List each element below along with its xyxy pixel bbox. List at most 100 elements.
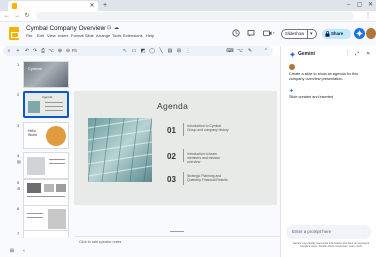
slide-number: 5 <box>17 180 20 185</box>
menu-insert[interactable]: Insert <box>58 33 68 38</box>
gemini-more-icon[interactable]: ⋮ <box>345 51 350 57</box>
agenda-text-1: Introduction to Cymbal Group and company… <box>187 124 229 133</box>
gemini-status-text: Slide created and inserted <box>289 95 334 99</box>
slideshow-dropdown-icon[interactable]: ▾ <box>307 29 313 39</box>
slide-number: 3 <box>17 123 20 128</box>
thumb-line <box>45 102 63 103</box>
menu-file[interactable]: File <box>26 33 32 38</box>
line-icon[interactable]: ╲ <box>157 46 165 56</box>
tab-close-icon[interactable]: ✕ <box>88 2 96 10</box>
avatar[interactable] <box>366 28 376 39</box>
user-avatar <box>289 64 295 70</box>
slide-number: 4 <box>17 153 20 158</box>
thumb-image <box>48 209 66 229</box>
slide-thumbnail-7[interactable] <box>23 230 69 238</box>
cloud-status-icon[interactable]: ☁ <box>114 25 119 31</box>
close-window-icon[interactable]: ✕ <box>366 1 375 10</box>
omnibox[interactable] <box>36 12 354 20</box>
slideshow-label: Slideshow <box>285 31 305 36</box>
redo-icon[interactable]: ↷ <box>31 46 39 56</box>
collapse-filmstrip-icon[interactable]: ‹ <box>20 247 28 255</box>
speaker-notes-placeholder: Click to add speaker notes <box>79 240 122 244</box>
thumb-line <box>45 110 63 111</box>
gemini-close-icon[interactable]: ✕ <box>366 51 370 57</box>
gemini-spark-icon <box>355 29 364 38</box>
zoom-select[interactable]: Fit <box>72 48 77 53</box>
zoom-out-icon[interactable]: ⊖ <box>64 46 72 56</box>
thumb-title: Hello World <box>28 129 37 137</box>
menu-view[interactable]: View <box>47 33 56 38</box>
slide-thumbnail-6[interactable] <box>23 205 69 232</box>
gemini-toggle-button[interactable] <box>354 28 365 39</box>
slide-image[interactable] <box>88 118 152 182</box>
slide-thumbnail-1[interactable]: Cymbal <box>23 61 69 88</box>
layout-icon[interactable]: ⊞ <box>175 46 183 56</box>
notes-drag-handle[interactable] <box>170 231 184 232</box>
comment-add-icon[interactable]: ▤ <box>166 46 174 56</box>
gemini-prompt-placeholder: Enter a prompt here <box>292 229 332 234</box>
reload-icon[interactable]: ↻ <box>23 12 31 20</box>
slide-number: 1 <box>17 62 20 67</box>
maximize-icon[interactable]: ▢ <box>355 1 364 10</box>
keyboard-icon[interactable]: ⌨ <box>226 46 234 56</box>
thumb-image <box>27 183 41 193</box>
menu-format[interactable]: Format <box>71 33 84 38</box>
move-icon[interactable]: ⊡ <box>107 25 111 31</box>
menu-extensions[interactable]: Extensions <box>123 33 143 38</box>
new-slide-icon[interactable]: + <box>14 46 22 56</box>
browser-menu-icon[interactable]: ⋮ <box>364 12 372 20</box>
slide-number: 2 <box>17 92 20 97</box>
document-title[interactable]: Cymbal Company Overview <box>26 25 105 32</box>
grid-view-icon[interactable]: ⊞ <box>8 247 16 255</box>
image-icon[interactable]: ◩ <box>139 46 147 56</box>
star-icon[interactable]: ☆ <box>100 25 104 31</box>
paint-format-icon[interactable]: ⌥ <box>47 46 55 56</box>
select-tool-icon[interactable]: ↖ <box>121 46 129 56</box>
agenda-divider <box>183 123 184 136</box>
slides-logo-icon[interactable] <box>9 27 19 40</box>
collapse-toolbar-icon[interactable]: ⌃ <box>262 46 270 56</box>
slide-thumbnail-2[interactable]: Agenda <box>23 91 69 118</box>
menu-help[interactable]: Help <box>146 33 154 38</box>
slide-thumbnail-4[interactable] <box>23 152 69 179</box>
menu-tools[interactable]: Tools <box>112 33 121 38</box>
back-icon[interactable]: ← <box>3 12 11 20</box>
lock-icon <box>325 31 330 37</box>
new-tab-icon[interactable]: + <box>101 2 109 10</box>
thumb-line <box>27 213 43 214</box>
agenda-divider <box>183 172 184 185</box>
zoom-in-icon[interactable]: ⊕ <box>56 46 64 56</box>
gemini-user-prompt: Create a slide to show an agenda for thi… <box>289 72 359 81</box>
camera-icon[interactable] <box>262 28 275 38</box>
slide-title[interactable]: Agenda <box>157 101 188 111</box>
gemini-expand-icon[interactable]: ⤢ <box>355 51 359 57</box>
background-icon[interactable]: ⌥ <box>236 46 244 56</box>
print-icon[interactable]: ⎙ <box>39 46 47 56</box>
search-menus-icon[interactable]: ⌕ <box>5 46 13 56</box>
shape-icon[interactable]: ◯ <box>148 46 156 56</box>
menu-slide[interactable]: Slide <box>85 33 94 38</box>
thumb-image <box>46 126 66 146</box>
slide-thumbnail-5[interactable] <box>23 179 69 206</box>
gemini-response-icon <box>289 88 294 93</box>
thumb-line <box>45 106 63 107</box>
thumb-image <box>27 157 45 175</box>
minimize-icon[interactable]: – <box>344 1 353 10</box>
thumb-image <box>44 184 54 192</box>
history-icon[interactable] <box>231 28 241 38</box>
thumb-image <box>56 184 66 192</box>
thumb-line <box>49 159 65 160</box>
menu-edit[interactable]: Edit <box>37 33 44 38</box>
comment-icon[interactable] <box>246 28 256 38</box>
edit-mode-icon[interactable]: ✎ <box>246 46 254 56</box>
forward-icon[interactable]: → <box>13 12 21 20</box>
menu-arrange[interactable]: Arrange <box>96 33 110 38</box>
text-box-icon[interactable]: ▭ <box>130 46 138 56</box>
undo-icon[interactable]: ↶ <box>23 46 31 56</box>
more-icon[interactable]: ⋮ <box>184 46 192 56</box>
agenda-number-1: 01 <box>167 126 176 135</box>
slide-thumbnail-3[interactable]: Hello World <box>23 122 69 149</box>
browser-tab[interactable] <box>8 1 98 11</box>
thumb-line <box>27 217 43 218</box>
agenda-text-2: Introduction to team members and mission… <box>187 152 221 165</box>
